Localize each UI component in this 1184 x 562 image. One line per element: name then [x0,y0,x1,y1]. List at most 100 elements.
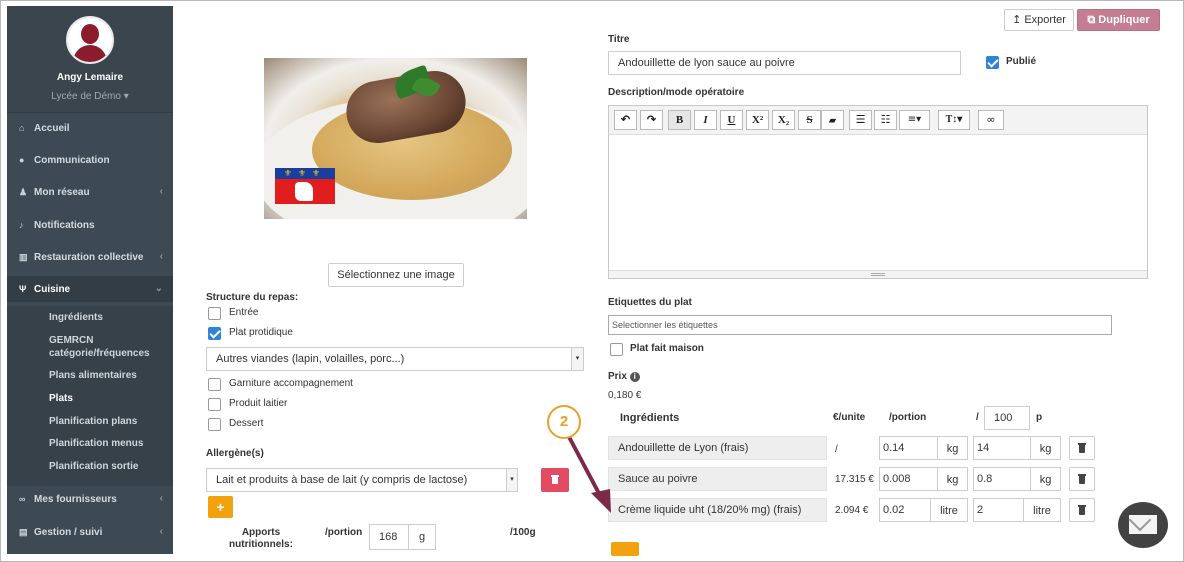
link-icon[interactable]: ∞ [978,110,1004,130]
sidebar-item-mes-fournisseurs[interactable]: ∞ Mes fournisseurs ‹ [7,486,173,512]
chevron-left-icon: ‹ [159,526,163,537]
ingredient-portion-unit: kg [937,436,968,460]
subscript-icon[interactable]: X₂ [772,110,795,130]
ingredient-name: Sauce au poivre [608,467,827,491]
sidebar-subitem-planification-plans[interactable]: Planification plans [7,415,173,428]
ingredient-total-input[interactable]: 2 [973,498,1024,522]
portion-weight-input[interactable]: 168 [369,524,409,550]
sidebar-item-cuisine[interactable]: Ψ Cuisine ⌄ [7,276,173,302]
editor-resize-handle[interactable] [609,270,1147,278]
unordered-list-icon[interactable]: ☰ [849,110,872,130]
export-button[interactable]: ↥ Exporter [1004,9,1074,31]
sidebar-subitem-plans-alimentaires[interactable]: Plans alimentaires [7,369,173,382]
portions-count-input[interactable]: 100 [984,406,1030,430]
garniture-label: Garniture accompagnement [229,378,353,389]
sidebar-subitem-ingredients[interactable]: Ingrédients [7,311,173,324]
title-input[interactable]: Andouillette de lyon sauce au poivre [608,51,961,75]
sidebar-subitem-plats[interactable]: Plats [7,392,173,405]
plat-protidique-checkbox[interactable] [208,327,221,340]
produit-laitier-label: Produit laitier [229,398,288,409]
fleur-de-lis-icon: ⚜⚜⚜ [275,168,335,179]
ingredient-portion-input[interactable]: 0.008 [879,467,938,491]
ingredient-portion-input[interactable]: 0.02 [879,498,931,522]
delete-ingredient-icon[interactable] [1069,467,1095,491]
redo-icon[interactable]: ↷ [640,110,663,130]
entree-label: Entrée [229,307,259,318]
ingredient-name: Andouillette de Lyon (frais) [608,436,827,460]
title-label: Titre [608,34,630,45]
add-ingredient-button[interactable] [611,542,639,556]
sidebar-item-communication[interactable]: ● Communication [7,147,173,173]
avatar[interactable] [66,16,114,64]
delete-ingredient-icon[interactable] [1069,498,1095,522]
handshake-icon: ∞ [19,494,26,504]
sidebar-item-mon-reseau[interactable]: ♟ Mon réseau ‹ [7,179,173,205]
ingredient-total-unit: litre [1023,498,1061,522]
slash-header: / [976,412,979,423]
sidebar-item-accueil[interactable]: ⌂ Accueil [7,115,173,141]
portions-p-label: p [1036,412,1043,423]
cart-icon: ▤ [19,527,28,537]
align-icon[interactable]: ≡▾ [899,110,930,130]
sidebar-item-label: Mes fournisseurs [34,494,117,505]
strikethrough-icon[interactable]: S [798,110,821,130]
apports-label: Apports nutritionnels: [229,527,293,550]
ingredient-portion-unit: kg [937,467,968,491]
school-selector[interactable]: Lycée de Démo ▾ [7,91,173,102]
eraser-icon[interactable]: ▰ [821,110,844,130]
tags-input[interactable]: Selectionner les étiquettes [608,315,1112,335]
undo-icon[interactable]: ↶ [614,110,637,130]
sidebar-subitem-gemrcn[interactable]: GEMRCN catégorie/fréquences [7,334,173,360]
produit-laitier-checkbox[interactable] [208,398,221,411]
chat-mail-button[interactable] [1118,502,1168,548]
ingredients-header: Ingrédients [620,412,680,424]
category-select-value: Autres viandes (lapin, volailles, porc..… [216,353,405,365]
description-editor[interactable]: ↶ ↷ B I U X² X₂ S ▰ ☰ ☷ ≡▾ T↕▾ ∞ [608,105,1148,279]
price-value: 0,180 € [608,390,642,401]
ingredient-portion-input[interactable]: 0.14 [879,436,938,460]
italic-icon[interactable]: I [694,110,717,130]
users-icon: ♟ [19,187,28,197]
text-height-icon[interactable]: T↕▾ [938,110,970,130]
dessert-label: Dessert [229,418,264,429]
editor-toolbar: ↶ ↷ B I U X² X₂ S ▰ ☰ ☷ ≡▾ T↕▾ ∞ [609,106,1147,135]
sidebar-item-gestion-suivi[interactable]: ▤ Gestion / suivi ‹ [7,519,173,545]
chevron-left-icon: ‹ [159,493,163,504]
ingredient-total-input[interactable]: 14 [973,436,1031,460]
sidebar-item-notifications[interactable]: ♪ Notifications [7,212,173,238]
chevron-left-icon: ‹ [159,251,163,262]
ordered-list-icon[interactable]: ☷ [874,110,897,130]
info-icon[interactable]: i [629,372,640,382]
sidebar-subitem-planification-menus[interactable]: Planification menus [7,437,173,450]
tags-label: Etiquettes du plat [608,297,692,308]
portion-header: /portion [889,412,927,423]
select-image-button[interactable]: Sélectionnez une image [328,263,464,287]
dessert-checkbox[interactable] [208,418,221,431]
sidebar-item-restauration-collective[interactable]: ▥ Restauration collective ‹ [7,244,173,270]
underline-icon[interactable]: U [720,110,743,130]
export-label: Exporter [1024,14,1066,26]
sidebar: Angy Lemaire Lycée de Démo ▾ ⌂ Accueil ● C… [7,6,173,554]
bold-icon[interactable]: B [668,110,691,130]
superscript-icon[interactable]: X² [746,110,769,130]
homemade-checkbox[interactable] [610,343,623,356]
published-label: Publié [1006,56,1037,67]
duplicate-button[interactable]: ⧉ Dupliquer [1077,9,1160,31]
sidebar-item-label: Mon réseau [34,187,90,198]
sidebar-subitem-planification-sortie[interactable]: Planification sortie [7,460,173,473]
garniture-checkbox[interactable] [208,378,221,391]
lyon-flag-icon: ⚜⚜⚜ [275,168,335,204]
add-allergen-button[interactable]: + [208,496,233,518]
sidebar-item-label: Notifications [34,220,95,231]
ingredient-total-input[interactable]: 0.8 [973,467,1031,491]
sidebar-item-label: Accueil [34,123,70,134]
allergen-select[interactable]: Lait et produits à base de lait (y compr… [206,468,518,492]
entree-checkbox[interactable] [208,307,221,320]
select-arrow-icon: ▾ [506,469,517,491]
sidebar-item-label: Gestion / suivi [34,527,103,538]
published-checkbox[interactable] [986,56,999,69]
category-select[interactable]: Autres viandes (lapin, volailles, porc..… [206,347,584,371]
allergen-select-value: Lait et produits à base de lait (y compr… [216,474,468,486]
delete-ingredient-icon[interactable] [1069,436,1095,460]
ingredient-unit-price: 17.315 € [835,474,874,485]
